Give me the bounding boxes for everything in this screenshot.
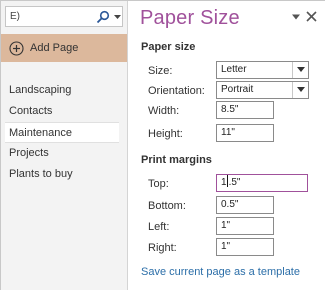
height-field[interactable]: 11": [216, 124, 274, 142]
size-select[interactable]: Letter: [216, 61, 309, 79]
close-icon[interactable]: [306, 11, 317, 22]
pane-options-icon[interactable]: [292, 13, 300, 21]
size-label: Size:: [148, 65, 173, 77]
search-input[interactable]: E): [10, 11, 20, 22]
search-box[interactable]: E): [5, 6, 123, 27]
add-page-button[interactable]: Add Page: [1, 34, 127, 62]
orientation-label: Orientation:: [148, 85, 205, 97]
print-margins-heading: Print margins: [141, 154, 212, 166]
top-margin-label: Top:: [148, 178, 169, 190]
search-icon[interactable]: [96, 10, 110, 24]
orientation-dropdown-button[interactable]: [292, 82, 308, 98]
top-margin-field[interactable]: 1.5": [216, 174, 308, 192]
page-list: Landscaping Contacts Maintenance Project…: [1, 80, 127, 185]
size-dropdown-button[interactable]: [292, 62, 308, 78]
chevron-down-icon[interactable]: [113, 10, 122, 24]
chevron-down-icon: [297, 67, 305, 72]
left-margin-label: Left:: [148, 221, 170, 233]
plus-circle-icon: [9, 40, 24, 56]
page-item-contacts[interactable]: Contacts: [1, 101, 127, 122]
height-label: Height:: [148, 128, 183, 140]
page-item-projects[interactable]: Projects: [1, 143, 127, 164]
orientation-select-value: Portrait: [221, 84, 254, 95]
chevron-down-icon: [297, 87, 305, 92]
page-item-landscaping[interactable]: Landscaping: [1, 80, 127, 101]
paper-size-heading: Paper size: [141, 41, 196, 53]
add-page-label: Add Page: [30, 42, 79, 54]
orientation-select[interactable]: Portrait: [216, 81, 309, 99]
width-field[interactable]: 8.5": [216, 101, 274, 119]
paper-size-pane: Paper Size Paper size Size: Letter Orien…: [128, 1, 325, 290]
pane-title: Paper Size: [140, 7, 240, 29]
top-margin-before-caret: 1: [221, 177, 227, 188]
left-margin-field[interactable]: 1": [216, 217, 274, 235]
bottom-margin-label: Bottom:: [148, 200, 186, 212]
top-margin-after-caret: .5": [228, 177, 241, 188]
width-label: Width:: [148, 105, 180, 117]
save-template-link[interactable]: Save current page as a template: [141, 266, 300, 278]
page-item-maintenance[interactable]: Maintenance: [5, 122, 119, 143]
page-list-panel: E) Add Page Landscaping Contacts Mainten…: [1, 1, 128, 290]
right-margin-field[interactable]: 1": [216, 238, 274, 256]
right-margin-label: Right:: [148, 242, 177, 254]
bottom-margin-field[interactable]: 0.5": [216, 196, 274, 214]
size-select-value: Letter: [221, 64, 247, 75]
page-item-plants-to-buy[interactable]: Plants to buy: [1, 164, 127, 185]
